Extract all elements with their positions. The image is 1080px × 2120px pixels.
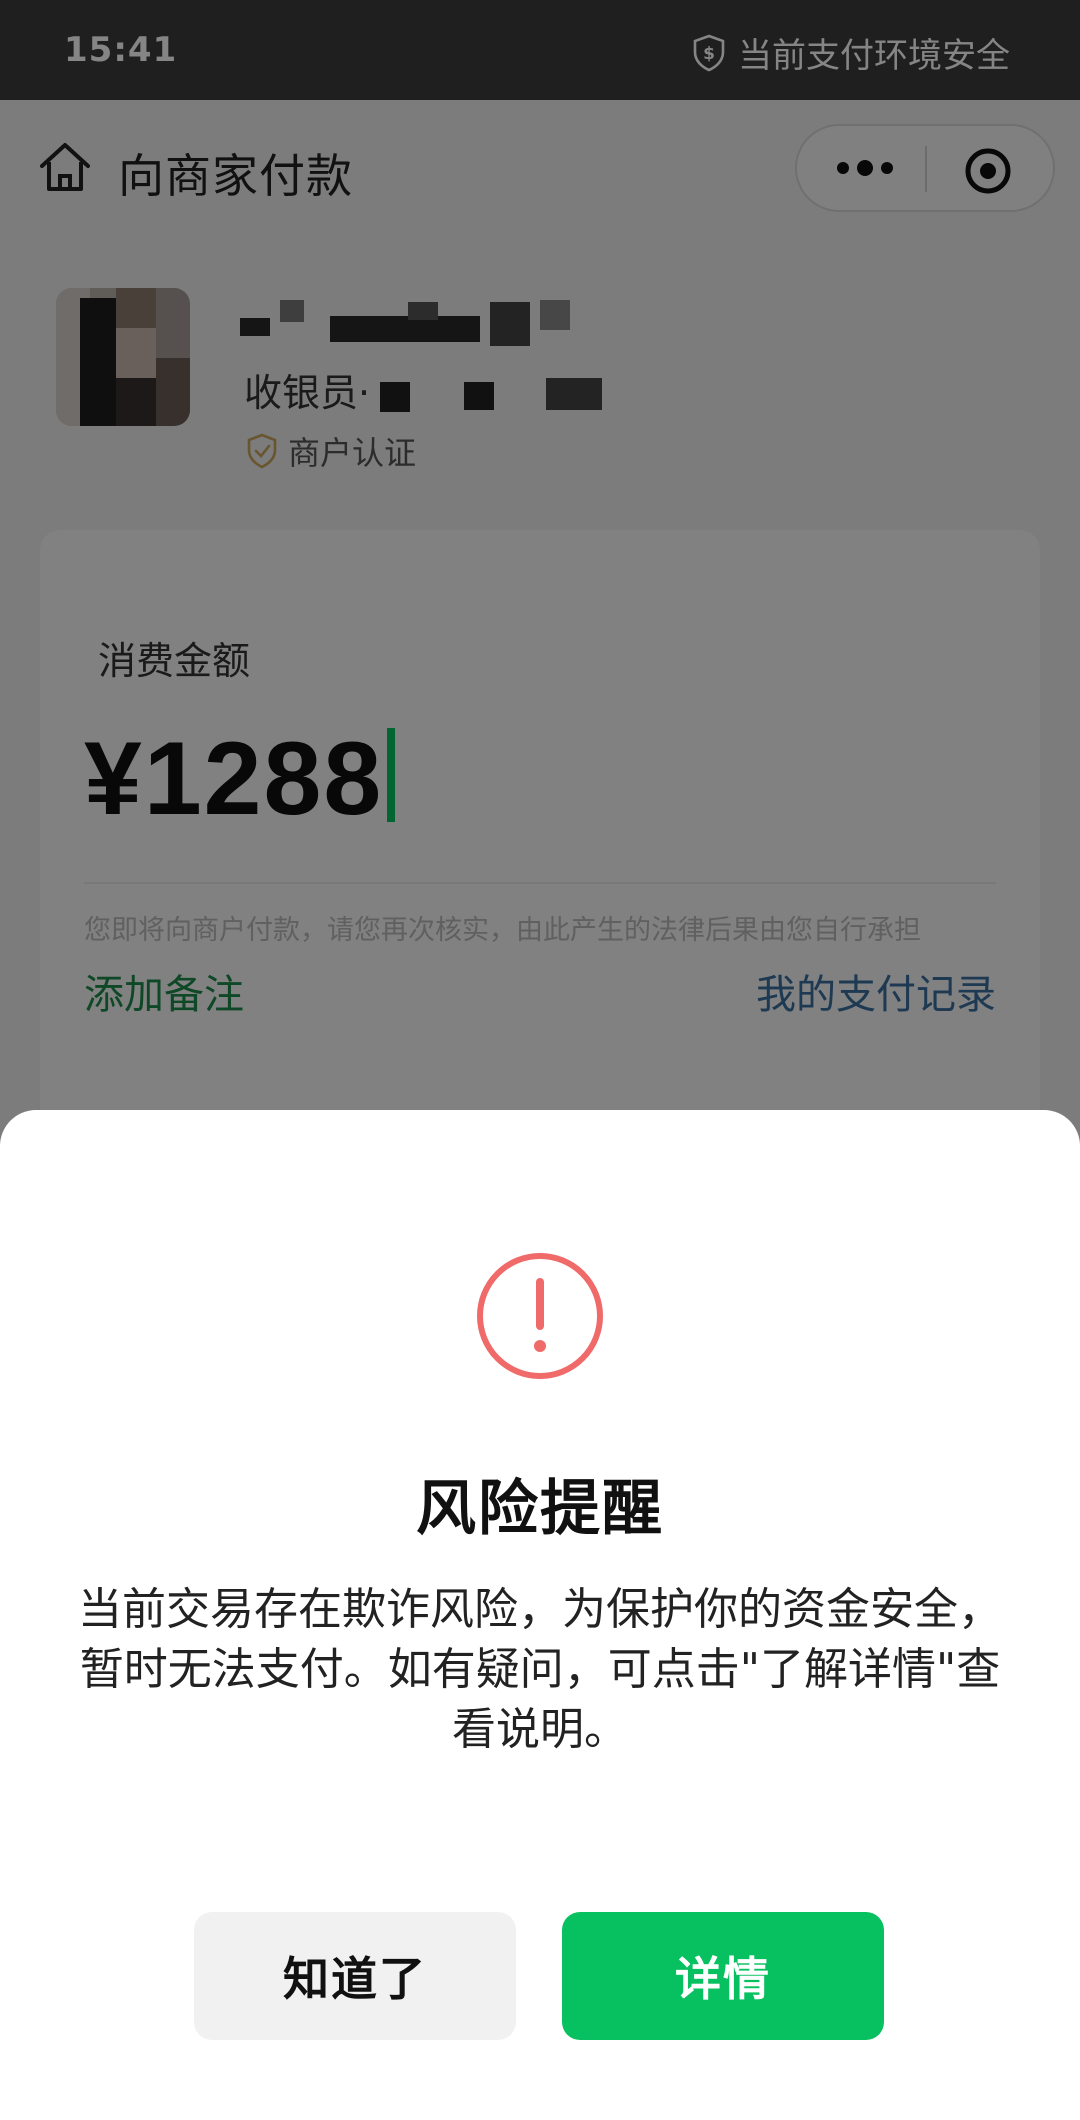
- acknowledge-button[interactable]: 知道了: [194, 1912, 516, 2040]
- risk-warning-dialog: 风险提醒 当前交易存在欺诈风险，为保护你的资金安全，暂时无法支付。如有疑问，可点…: [0, 1110, 1080, 2120]
- details-button[interactable]: 详情: [562, 1912, 884, 2040]
- dialog-message: 当前交易存在欺诈风险，为保护你的资金安全，暂时无法支付。如有疑问，可点击"了解详…: [78, 1584, 1002, 1755]
- dialog-title: 风险提醒: [416, 1474, 664, 1544]
- exclamation-circle-icon: [477, 1253, 603, 1379]
